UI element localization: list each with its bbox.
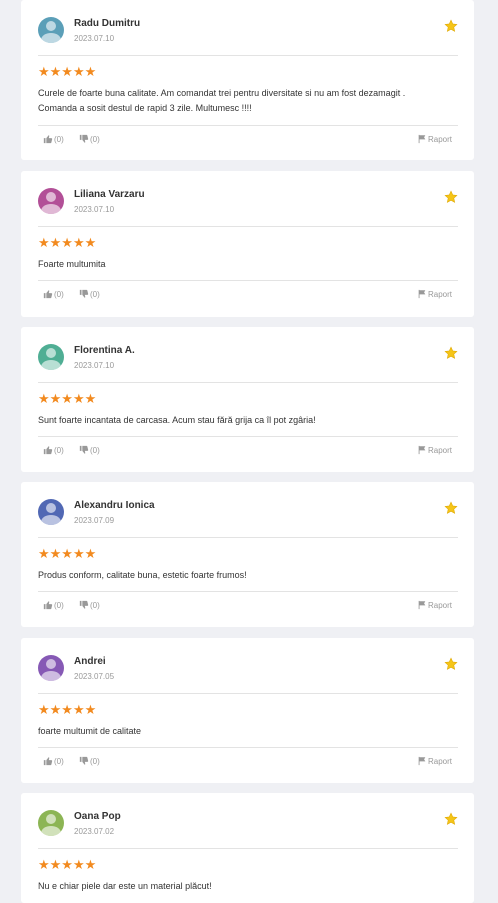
favorite-star-icon[interactable] — [444, 657, 458, 671]
report-button[interactable]: Raport — [417, 756, 452, 766]
reviewer-name: Florentina A. — [74, 345, 135, 356]
favorite-star-icon[interactable] — [444, 346, 458, 360]
flag-icon — [418, 445, 426, 455]
favorite-star-icon[interactable] — [444, 812, 458, 826]
avatar — [38, 499, 64, 525]
review-text: Nu e chiar piele dar este un material pl… — [38, 881, 212, 891]
favorite-star-icon[interactable] — [444, 19, 458, 33]
like-count: (0) — [54, 756, 64, 766]
report-label: Raport — [427, 134, 452, 144]
dislike-count: (0) — [90, 445, 100, 455]
report-label: Raport — [427, 445, 452, 455]
dislike-count: (0) — [90, 289, 100, 299]
rating-stars: ★★★★★ — [38, 702, 97, 717]
like-button[interactable]: (0) — [43, 445, 64, 455]
review-date: 2023.07.05 — [74, 672, 115, 681]
favorite-star-icon[interactable] — [444, 501, 458, 515]
thumbs-up-icon — [43, 290, 53, 299]
dislike-button[interactable]: (0) — [79, 289, 100, 299]
reviewer-name: Alexandru Ionica — [74, 500, 155, 511]
avatar — [38, 188, 64, 214]
rating-stars: ★★★★★ — [38, 391, 97, 406]
like-button[interactable]: (0) — [43, 756, 64, 766]
dislike-count: (0) — [90, 134, 100, 144]
divider — [38, 280, 458, 281]
review-date: 2023.07.02 — [74, 827, 115, 836]
review-card: Oana Pop 2023.07.02 ★★★★★ Nu e chiar pie… — [21, 793, 474, 903]
review-card: Florentina A. 2023.07.10 ★★★★★ Sunt foar… — [21, 327, 474, 472]
like-button[interactable]: (0) — [43, 600, 64, 610]
avatar — [38, 810, 64, 836]
thumbs-down-icon — [79, 600, 89, 609]
review-card: Liliana Varzaru 2023.07.10 ★★★★★ Foarte … — [21, 171, 474, 317]
flag-icon — [418, 289, 426, 299]
flag-icon — [418, 134, 426, 144]
avatar — [38, 655, 64, 681]
thumbs-down-icon — [79, 134, 89, 143]
review-card: Alexandru Ionica 2023.07.09 ★★★★★ Produs… — [21, 482, 474, 627]
reviewer-name: Andrei — [74, 656, 106, 667]
divider — [38, 55, 458, 56]
divider — [38, 693, 458, 694]
review-text: Foarte multumita — [38, 259, 106, 269]
divider — [38, 537, 458, 538]
avatar — [38, 344, 64, 370]
dislike-count: (0) — [90, 600, 100, 610]
thumbs-down-icon — [79, 289, 89, 298]
thumbs-up-icon — [43, 446, 53, 455]
report-button[interactable]: Raport — [417, 134, 452, 144]
like-button[interactable]: (0) — [43, 134, 64, 144]
divider — [38, 436, 458, 437]
like-count: (0) — [54, 134, 64, 144]
thumbs-up-icon — [43, 757, 53, 766]
report-button[interactable]: Raport — [417, 289, 452, 299]
flag-icon — [418, 756, 426, 766]
review-text: foarte multumit de calitate — [38, 726, 142, 736]
review-date: 2023.07.10 — [74, 34, 115, 43]
like-button[interactable]: (0) — [43, 289, 64, 299]
review-text: Sunt foarte incantata de carcasa. Acum s… — [38, 415, 316, 425]
dislike-button[interactable]: (0) — [79, 756, 100, 766]
review-card: Andrei 2023.07.05 ★★★★★ foarte multumit … — [21, 638, 474, 783]
like-count: (0) — [54, 600, 64, 610]
review-date: 2023.07.10 — [74, 361, 115, 370]
report-button[interactable]: Raport — [417, 600, 452, 610]
divider — [38, 226, 458, 227]
review-card: Radu Dumitru 2023.07.10 ★★★★★ Curele de … — [21, 0, 474, 160]
divider — [38, 848, 458, 849]
thumbs-down-icon — [79, 445, 89, 454]
rating-stars: ★★★★★ — [38, 64, 97, 79]
avatar — [38, 17, 64, 43]
divider — [38, 125, 458, 126]
flag-icon — [418, 600, 426, 610]
report-label: Raport — [427, 756, 452, 766]
divider — [38, 382, 458, 383]
like-count: (0) — [54, 445, 64, 455]
dislike-count: (0) — [90, 756, 100, 766]
report-button[interactable]: Raport — [417, 445, 452, 455]
rating-stars: ★★★★★ — [38, 857, 97, 872]
thumbs-down-icon — [79, 756, 89, 765]
reviewer-name: Liliana Varzaru — [74, 189, 145, 200]
review-text: Produs conform, calitate buna, estetic f… — [38, 570, 247, 580]
reviewer-name: Radu Dumitru — [74, 18, 141, 29]
dislike-button[interactable]: (0) — [79, 600, 100, 610]
report-label: Raport — [427, 289, 452, 299]
rating-stars: ★★★★★ — [38, 235, 97, 250]
reviewer-name: Oana Pop — [74, 811, 121, 822]
review-date: 2023.07.09 — [74, 516, 115, 525]
favorite-star-icon[interactable] — [444, 190, 458, 204]
report-label: Raport — [427, 600, 452, 610]
review-text: Curele de foarte buna calitate. Am coman… — [38, 88, 406, 113]
thumbs-up-icon — [43, 135, 53, 144]
rating-stars: ★★★★★ — [38, 546, 97, 561]
review-date: 2023.07.10 — [74, 205, 115, 214]
like-count: (0) — [54, 289, 64, 299]
dislike-button[interactable]: (0) — [79, 134, 100, 144]
divider — [38, 747, 458, 748]
thumbs-up-icon — [43, 601, 53, 610]
dislike-button[interactable]: (0) — [79, 445, 100, 455]
divider — [38, 591, 458, 592]
